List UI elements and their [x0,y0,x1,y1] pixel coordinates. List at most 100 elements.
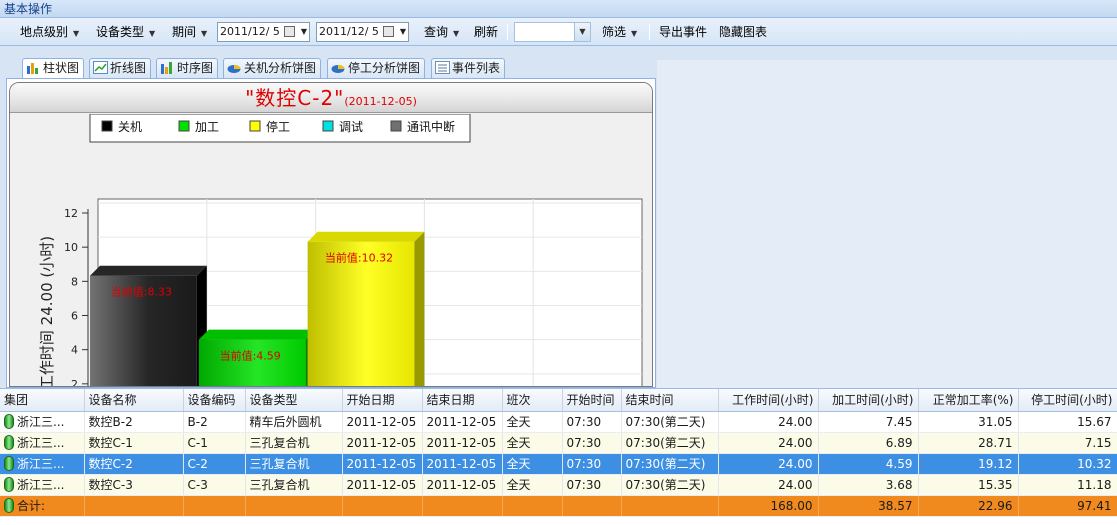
column-header[interactable]: 加工时间(小时) [818,389,919,412]
table-cell[interactable]: 精车后外圆机 [245,411,343,433]
table-cell[interactable]: 浙江三... [0,432,85,454]
table-cell[interactable]: 31.05 [918,411,1019,433]
table-cell[interactable]: 28.71 [918,432,1019,454]
table-cell[interactable]: 2011-12-05 [422,474,503,496]
query-menu[interactable]: 查询 ▼ [424,23,459,41]
hide-chart-button[interactable]: 隐藏图表 [719,23,767,41]
table-cell[interactable]: 15.67 [1018,411,1117,433]
table-cell[interactable]: 24.00 [718,432,819,454]
table-cell[interactable]: 07:30 [562,453,622,475]
table-cell[interactable]: 24.00 [718,453,819,475]
tab-timeline[interactable]: 时序图 [156,58,219,78]
column-header[interactable]: 结束时间 [621,389,719,412]
table-cell[interactable]: 24.00 [718,411,819,433]
column-header[interactable]: 结束日期 [422,389,503,412]
table-cell[interactable]: 三孔复合机 [245,432,343,454]
table-cell[interactable]: 07:30(第二天) [621,453,719,475]
table-cell[interactable]: 全天 [502,474,563,496]
date-to-picker[interactable]: 2011/12/ 5 ▼ [316,22,409,42]
table-cell[interactable]: 数控B-2 [84,411,184,433]
table-cell[interactable]: 07:30 [562,432,622,454]
table-cell[interactable]: 数控C-3 [84,474,184,496]
table-cell[interactable]: B-2 [183,411,246,433]
table-row[interactable]: 浙江三... 数控C-3 C-3 三孔复合机 2011-12-05 2011-12-05 全… [0,474,1117,496]
column-header[interactable]: 工作时间(小时) [718,389,819,412]
table-cell[interactable]: C-2 [183,453,246,475]
table-cell[interactable]: 全天 [502,411,563,433]
table-cell[interactable]: 浙江三... [0,453,85,475]
table-cell[interactable]: 3.68 [818,474,919,496]
table-cell[interactable]: 三孔复合机 [245,453,343,475]
table-row[interactable]: 浙江三... 数控C-1 C-1 三孔复合机 2011-12-05 2011-12-05 全… [0,432,1117,454]
bar-chart-icon [27,63,38,74]
column-header[interactable]: 班次 [502,389,563,412]
table-cell[interactable]: 2011-12-05 [342,453,423,475]
table-cell[interactable]: 2011-12-05 [342,432,423,454]
chevron-down-icon[interactable]: ▼ [301,23,307,41]
tab-line-chart[interactable]: 折线图 [89,58,152,78]
date-from-value: 2011/12/ 5 [220,25,280,38]
table-cell[interactable]: 07:30(第二天) [621,411,719,433]
column-header[interactable]: 设备名称 [84,389,184,412]
table-cell[interactable]: 07:30(第二天) [621,432,719,454]
column-header[interactable]: 设备编码 [183,389,246,412]
tab-bar-chart[interactable]: 柱状图 [22,58,85,79]
y-tick-label: 4 [71,344,78,357]
table-cell[interactable]: 7.15 [1018,432,1117,454]
table-cell[interactable]: 07:30 [562,411,622,433]
calendar-icon[interactable] [383,26,394,37]
table-cell[interactable]: 6.89 [818,432,919,454]
column-header[interactable]: 设备类型 [245,389,343,412]
table-cell[interactable]: 11.18 [1018,474,1117,496]
table-cell[interactable]: 全天 [502,453,563,475]
site-level-menu[interactable]: 地点级别 ▼ [20,23,79,41]
column-header[interactable]: 开始时间 [562,389,622,412]
table-row[interactable]: 浙江三... 数控B-2 B-2 精车后外圆机 2011-12-05 2011-12-05… [0,411,1117,433]
table-cell[interactable]: 24.00 [718,474,819,496]
filter-label: 筛选 [602,25,627,39]
table-cell[interactable]: C-3 [183,474,246,496]
date-from-picker[interactable]: 2011/12/ 5 ▼ [217,22,310,42]
device-type-menu[interactable]: 设备类型 ▼ [96,23,155,41]
column-header[interactable]: 停工时间(小时) [1018,389,1117,412]
tab-stoppage-pie[interactable]: 停工分析饼图 [327,58,426,78]
total-cell [562,495,622,517]
tab-event-list[interactable]: 事件列表 [431,58,506,78]
table-cell[interactable]: 7.45 [818,411,919,433]
chevron-down-icon[interactable]: ▼ [574,23,590,41]
table-cell[interactable]: 4.59 [818,453,919,475]
table-cell[interactable]: C-1 [183,432,246,454]
table-cell[interactable]: 19.12 [918,453,1019,475]
period-menu[interactable]: 期间 ▼ [172,23,207,41]
table-cell[interactable]: 浙江三... [0,411,85,433]
column-header[interactable]: 开始日期 [342,389,423,412]
table-cell[interactable]: 2011-12-05 [342,411,423,433]
table-cell[interactable]: 2011-12-05 [422,432,503,454]
filter-menu[interactable]: 筛选 ▼ [602,23,637,41]
table-cell[interactable]: 10.32 [1018,453,1117,475]
calendar-icon[interactable] [284,26,295,37]
refresh-button[interactable]: 刷新 [474,23,498,41]
table-cell[interactable]: 07:30 [562,474,622,496]
tab-label: 事件列表 [452,61,501,75]
table-cell[interactable]: 2011-12-05 [422,411,503,433]
table-cell[interactable]: 三孔复合机 [245,474,343,496]
filter-select[interactable]: ▼ [514,22,591,42]
tab-shutdown-pie[interactable]: 关机分析饼图 [223,58,322,78]
table-cell[interactable]: 15.35 [918,474,1019,496]
table-cell[interactable]: 浙江三... [0,474,85,496]
column-header[interactable]: 集团 [0,389,85,412]
table-cell[interactable]: 07:30(第二天) [621,474,719,496]
chevron-down-icon[interactable]: ▼ [400,23,406,41]
table-cell[interactable]: 全天 [502,432,563,454]
table-row[interactable]: 浙江三... 数控C-2 C-2 三孔复合机 2011-12-05 2011-12-05 全… [0,453,1117,475]
table-cell[interactable]: 数控C-1 [84,432,184,454]
table-cell[interactable]: 数控C-2 [84,453,184,475]
y-tick-label: 10 [64,241,78,254]
column-header[interactable]: 正常加工率(%) [918,389,1019,412]
table-cell[interactable]: 2011-12-05 [342,474,423,496]
total-cell: 合计: [0,495,85,517]
export-events-button[interactable]: 导出事件 [659,23,707,41]
table-cell[interactable]: 2011-12-05 [422,453,503,475]
legend-label: 调试 [339,119,363,134]
